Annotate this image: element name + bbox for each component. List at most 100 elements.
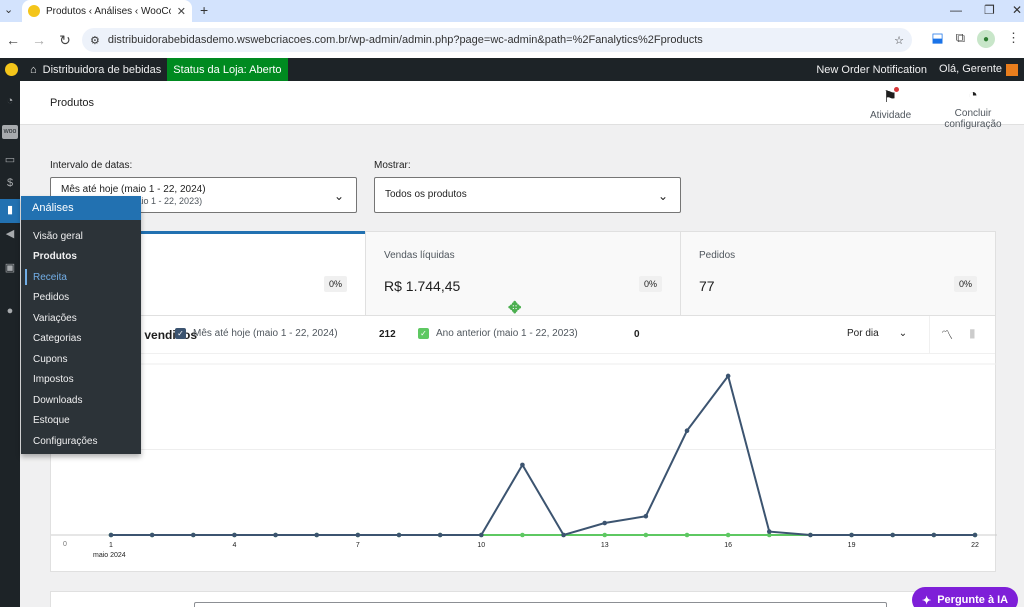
finish-setup-button[interactable]: ◔ Concluir configuração	[926, 87, 1020, 130]
data-point	[643, 532, 649, 538]
dashboard-icon[interactable]: ◔	[2, 95, 18, 109]
card-delta: 0%	[953, 276, 977, 292]
address-bar[interactable]: ⚙ distribuidorabebidasdemo.wswebcriacoes…	[82, 28, 912, 52]
data-point	[561, 532, 566, 538]
greeting-text: Olá, Gerente	[939, 63, 1002, 76]
y-tick-label: 0	[63, 541, 67, 548]
data-point	[602, 532, 608, 538]
menu-item-coupons[interactable]: Cupons	[21, 349, 141, 370]
menu-dots-icon[interactable]: ⋮	[1007, 30, 1020, 48]
data-point	[355, 532, 361, 538]
menu-item-revenue[interactable]: Receita	[21, 267, 141, 288]
legend-current[interactable]: ✓ Mês até hoje (maio 1 - 22, 2024)	[175, 328, 338, 339]
browser-tab[interactable]: Produtos ‹ Análises ‹ WooComme ✕	[22, 0, 192, 22]
browser-tab-strip: ⌄ Produtos ‹ Análises ‹ WooComme ✕ + — ❐…	[0, 0, 1024, 22]
data-point	[190, 532, 196, 538]
summary-card-net-sales[interactable]: Vendas líquidas R$ 1.744,45 0%	[366, 232, 681, 315]
payments-icon[interactable]: $	[2, 177, 18, 191]
x-axis-sublabel: maio 2024	[93, 552, 126, 559]
translate-icon[interactable]: ⬓	[931, 30, 943, 48]
checkbox-checked-icon[interactable]: ✓	[418, 328, 429, 339]
tab-search-icon[interactable]: ⌄	[4, 3, 13, 16]
show-filter-select[interactable]: Todos os produtos ⌄	[374, 177, 681, 213]
user-avatar	[1006, 63, 1018, 76]
show-filter-value: Todos os produtos	[385, 189, 467, 200]
analytics-bar-chart-icon[interactable]: ▮	[2, 203, 18, 217]
chevron-down-icon: ⌄	[898, 328, 908, 339]
menu-item-orders[interactable]: Pedidos	[21, 288, 141, 309]
profile-avatar-icon[interactable]: ●	[977, 30, 995, 48]
store-status-badge[interactable]: Status da Loja: Aberto	[167, 58, 288, 81]
data-point	[972, 532, 978, 538]
new-tab-icon[interactable]: +	[200, 2, 208, 18]
user-menu[interactable]: Olá, Gerente	[939, 63, 1018, 76]
legend-previous-total: 0	[634, 329, 640, 340]
interval-value: Por dia	[847, 328, 879, 339]
page-header: Produtos ⚑ Atividade ◔ Concluir configur…	[20, 81, 1024, 130]
woocommerce-logo-icon[interactable]	[0, 58, 22, 81]
date-range-label: Intervalo de datas:	[50, 160, 133, 171]
menu-item-overview[interactable]: Visão geral	[21, 226, 141, 247]
bar-chart-icon[interactable]: ▮	[969, 326, 976, 340]
data-point	[108, 532, 114, 538]
menu-item-settings[interactable]: Configurações	[21, 431, 141, 452]
table-search-input[interactable]	[194, 602, 887, 607]
restore-icon[interactable]: ❐	[984, 3, 995, 17]
card-delta: 0%	[323, 276, 347, 292]
close-window-icon[interactable]: ✕	[1012, 3, 1022, 17]
line-chart-icon[interactable]: 〽	[941, 326, 953, 343]
back-icon[interactable]: ←	[0, 32, 26, 48]
home-icon: ⌂	[30, 63, 37, 76]
data-point	[766, 529, 772, 534]
x-tick-label: 22	[971, 542, 979, 549]
forward-icon[interactable]: →	[26, 32, 52, 48]
series-line	[111, 373, 975, 537]
divider	[929, 316, 930, 354]
site-info-icon[interactable]: ⚙	[90, 34, 100, 47]
site-name: Distribuidora de bebidas	[42, 63, 162, 76]
extensions-icon[interactable]: ⧉	[956, 30, 965, 48]
data-point	[808, 532, 813, 538]
products-icon[interactable]: ▭	[2, 153, 18, 167]
reload-icon[interactable]: ↻	[52, 32, 78, 49]
woocommerce-menu-icon[interactable]: woo	[2, 125, 18, 139]
menu-item-categories[interactable]: Categorias	[21, 329, 141, 350]
ask-ai-button[interactable]: ✦ Pergunte à IA	[912, 587, 1018, 607]
data-point	[643, 513, 649, 519]
marketing-megaphone-icon[interactable]: ◀	[2, 227, 18, 241]
activity-button[interactable]: ⚑ Atividade	[870, 87, 911, 121]
plugins-icon[interactable]: ●	[2, 305, 18, 319]
bookmark-star-icon[interactable]: ☆	[894, 34, 904, 47]
site-name-link[interactable]: ⌂ Distribuidora de bebidas	[22, 64, 167, 76]
menu-item-stock[interactable]: Estoque	[21, 411, 141, 432]
legend-current-label: Mês até hoje (maio 1 - 22, 2024)	[193, 328, 338, 339]
appearance-icon[interactable]: ▣	[2, 261, 18, 275]
legend-previous-label: Ano anterior (maio 1 - 22, 2023)	[436, 328, 578, 339]
x-tick-label: 19	[848, 542, 856, 549]
menu-item-taxes[interactable]: Impostos	[21, 370, 141, 391]
menu-item-downloads[interactable]: Downloads	[21, 390, 141, 411]
summary-card-orders[interactable]: Pedidos 77 0%	[681, 232, 995, 315]
flyout-header[interactable]: Análises	[21, 196, 141, 220]
card-delta: 0%	[638, 276, 662, 292]
card-value: R$ 1.744,45	[384, 278, 461, 294]
legend-current-total: 212	[379, 329, 396, 340]
menu-item-variations[interactable]: Variações	[21, 308, 141, 329]
chart-header: Itens vendidos ✓ Mês até hoje (maio 1 - …	[51, 316, 995, 354]
new-order-notification-link[interactable]: New Order Notification	[816, 64, 927, 76]
admin-sidebar: ◔ woo ▭ $ ▮ ◀ ▣ ●	[0, 81, 20, 607]
close-icon[interactable]: ✕	[177, 5, 186, 18]
data-point	[478, 532, 484, 538]
data-point	[314, 532, 320, 538]
legend-previous[interactable]: ✓ Ano anterior (maio 1 - 22, 2023)	[418, 328, 578, 339]
data-point	[725, 373, 731, 379]
interval-select[interactable]: Por dia ⌄	[847, 328, 907, 339]
ask-ai-label: Pergunte à IA	[937, 594, 1009, 606]
main-content: Produtos ⚑ Atividade ◔ Concluir configur…	[20, 81, 1024, 607]
minimize-icon[interactable]: —	[950, 3, 962, 17]
checkbox-checked-icon[interactable]: ✓	[175, 328, 186, 339]
data-point	[602, 520, 608, 526]
menu-item-products[interactable]: Produtos	[21, 247, 141, 268]
move-cursor-icon: ✥	[508, 300, 522, 317]
setup-label: Concluir configuração	[944, 108, 1002, 130]
